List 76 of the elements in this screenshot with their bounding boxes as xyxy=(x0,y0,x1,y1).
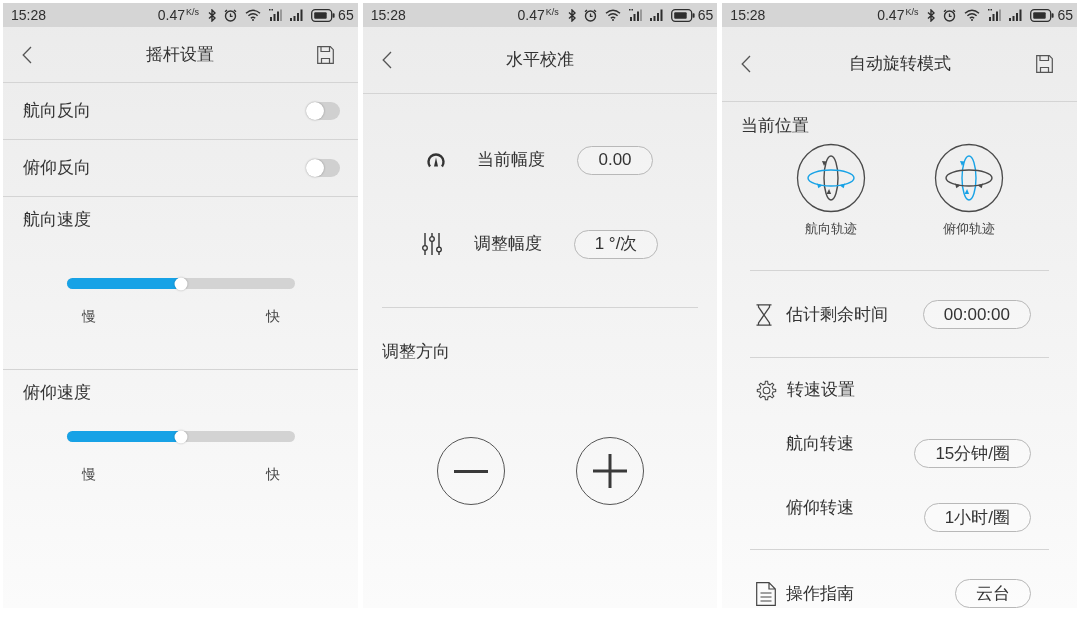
setting-label: 航向反向 xyxy=(23,100,91,122)
signal-icon xyxy=(649,9,663,21)
setting-label: 航向速度 xyxy=(23,209,91,231)
axis-label: 航向轨迹 xyxy=(804,220,857,238)
chevron-left-icon[interactable] xyxy=(741,55,752,73)
speed-unit: K/s xyxy=(905,7,919,17)
bluetooth-icon xyxy=(567,8,576,22)
signal-icon xyxy=(988,9,1002,21)
setting-label: 操作指南 xyxy=(786,582,855,605)
slider-min-label: 慢 xyxy=(82,307,96,326)
sliders-icon xyxy=(421,233,442,255)
section-label: 转速设置 xyxy=(787,379,856,401)
toggle-switch[interactable] xyxy=(305,159,340,177)
wifi-icon xyxy=(964,9,981,21)
battery-percent: 65 xyxy=(338,5,354,25)
setting-label: 俯仰转速 xyxy=(786,497,855,519)
screen-title: 自动旋转模式 xyxy=(848,53,951,76)
setting-label: 俯仰速度 xyxy=(23,382,91,404)
minus-icon xyxy=(453,469,488,473)
setting-label: 航向转速 xyxy=(786,433,855,455)
battery-icon xyxy=(670,8,695,22)
signal-icon xyxy=(1009,9,1023,21)
wifi-icon xyxy=(604,9,621,21)
alarm-clock-icon xyxy=(224,8,238,22)
document-icon xyxy=(756,581,777,606)
network-speed: 0.47 xyxy=(157,5,186,25)
battery-icon xyxy=(1030,8,1055,22)
toggle-switch[interactable] xyxy=(305,102,340,120)
value-selector[interactable]: 1 °/次 xyxy=(573,229,659,259)
status-time: 15:28 xyxy=(730,5,766,25)
chevron-left-icon[interactable] xyxy=(22,45,32,64)
gauge-icon xyxy=(427,152,446,168)
status-time: 15:28 xyxy=(11,5,47,25)
setting-label: 估计剩余时间 xyxy=(786,303,889,326)
speed-unit: K/s xyxy=(545,7,559,17)
slider-max-label: 快 xyxy=(266,307,280,326)
bluetooth-icon xyxy=(208,8,217,22)
screen-title: 摇杆设置 xyxy=(146,43,215,66)
orbit-icon xyxy=(795,143,866,213)
value-readout: 0.00 xyxy=(577,145,653,175)
time-readout: 00:00:00 xyxy=(922,300,1031,329)
setting-label: 俯仰反向 xyxy=(23,157,91,179)
status-time: 15:28 xyxy=(370,5,406,25)
bluetooth-icon xyxy=(927,8,936,22)
battery-icon xyxy=(311,8,336,22)
battery-percent: 65 xyxy=(1057,5,1073,25)
speed-selector[interactable]: 1小时/圈 xyxy=(923,503,1031,532)
network-speed: 0.47 xyxy=(517,5,545,25)
screen-title: 水平校准 xyxy=(506,49,574,72)
speed-unit: K/s xyxy=(186,7,200,17)
section-label: 当前位置 xyxy=(741,115,810,137)
axis-label: 俯仰轨迹 xyxy=(942,220,995,238)
slider-track[interactable] xyxy=(67,278,295,289)
alarm-clock-icon xyxy=(943,8,957,22)
network-speed: 0.47 xyxy=(877,5,905,25)
chevron-left-icon[interactable] xyxy=(381,51,392,69)
setting-label: 当前幅度 xyxy=(477,149,546,171)
signal-icon xyxy=(290,9,304,21)
hourglass-icon xyxy=(756,303,773,326)
section-label: 调整方向 xyxy=(381,341,450,363)
speed-selector[interactable]: 15分钟/圈 xyxy=(914,439,1031,468)
signal-icon xyxy=(628,9,642,21)
slider-track[interactable] xyxy=(67,431,295,442)
guide-selector[interactable]: 云台 xyxy=(955,579,1031,608)
gear-icon xyxy=(756,379,778,401)
slider-thumb[interactable] xyxy=(174,277,188,290)
wifi-icon xyxy=(245,9,262,21)
slider-thumb[interactable] xyxy=(174,430,188,443)
battery-percent: 65 xyxy=(697,5,714,25)
orbit-icon xyxy=(933,143,1004,213)
alarm-clock-icon xyxy=(583,8,597,22)
signal-icon xyxy=(269,9,283,21)
setting-label: 调整幅度 xyxy=(473,233,542,255)
slider-max-label: 快 xyxy=(266,465,280,484)
plus-icon xyxy=(592,454,627,488)
slider-min-label: 慢 xyxy=(82,465,96,484)
